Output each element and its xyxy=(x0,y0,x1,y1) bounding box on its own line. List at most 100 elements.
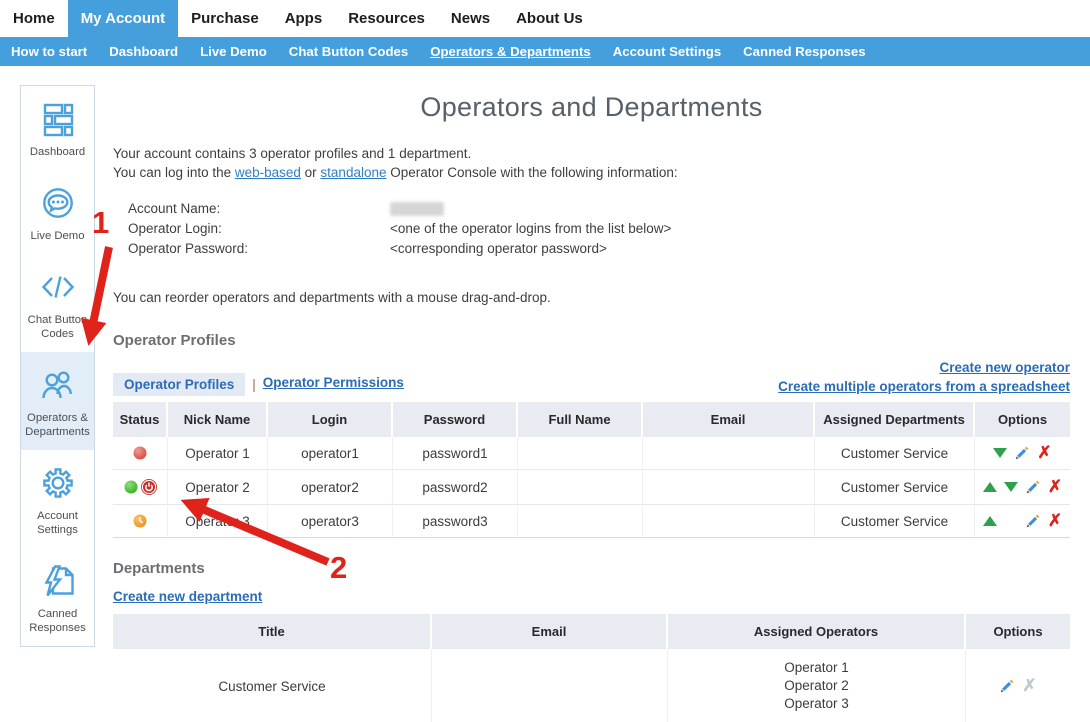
create-new-department-link[interactable]: Create new department xyxy=(113,589,262,604)
nav-my-account[interactable]: My Account xyxy=(68,0,178,37)
col-login: Login xyxy=(268,402,393,437)
lightning-document-icon xyxy=(38,561,78,601)
password-cell: password3 xyxy=(393,505,518,538)
col-options: Options xyxy=(966,614,1070,649)
departments-cell: Customer Service xyxy=(815,437,975,470)
assigned-operators-cell: Operator 1 Operator 2 Operator 3 xyxy=(668,649,966,722)
red-ball-icon xyxy=(132,445,148,461)
top-nav: Home My Account Purchase Apps Resources … xyxy=(0,0,1090,37)
nav-purchase[interactable]: Purchase xyxy=(178,0,272,37)
nav-home[interactable]: Home xyxy=(0,0,68,37)
departments-heading: Departments xyxy=(113,560,1070,577)
power-off-icon[interactable] xyxy=(140,478,158,496)
sidebar-label: Dashboard xyxy=(24,145,91,159)
subnav-chat-button-codes[interactable]: Chat Button Codes xyxy=(278,37,419,66)
email-cell xyxy=(643,505,815,538)
reorder-note: You can reorder operators and department… xyxy=(113,290,1070,305)
edit-pencil-icon[interactable] xyxy=(1025,513,1041,529)
sidebar-label: Canned Responses xyxy=(24,607,91,635)
nav-about-us[interactable]: About Us xyxy=(503,0,596,37)
departments-table: Title Email Assigned Operators Options C… xyxy=(113,614,1070,722)
nav-resources[interactable]: Resources xyxy=(335,0,438,37)
sub-nav: How to start Dashboard Live Demo Chat Bu… xyxy=(0,37,1090,66)
subnav-operators-departments[interactable]: Operators & Departments xyxy=(419,37,602,66)
subnav-dashboard[interactable]: Dashboard xyxy=(98,37,189,66)
col-assigned-operators: Assigned Operators xyxy=(668,614,966,649)
operator-login-label: Operator Login: xyxy=(128,219,390,239)
operator-row: Operator 1 operator1 password1 Customer … xyxy=(113,437,1070,470)
main-content: Operators and Departments Your account c… xyxy=(113,92,1070,722)
operator-login-value: <one of the operator logins from the lis… xyxy=(390,219,671,239)
operator-password-label: Operator Password: xyxy=(128,239,390,259)
sidebar-label: Operators & Departments xyxy=(24,411,91,439)
email-cell xyxy=(643,437,815,470)
departments-cell: Customer Service xyxy=(815,505,975,538)
gear-icon xyxy=(38,463,78,503)
sidebar-item-chat-button-codes[interactable]: Chat Button Codes xyxy=(21,254,94,352)
move-down-icon[interactable] xyxy=(1004,482,1018,492)
subnav-how-to-start[interactable]: How to start xyxy=(0,37,98,66)
nick-name-cell: Operator 2 xyxy=(168,470,268,505)
password-cell: password2 xyxy=(393,470,518,505)
login-cell: operator3 xyxy=(268,505,393,538)
tab-operator-permissions[interactable]: Operator Permissions xyxy=(263,375,404,394)
operators-table: Status Nick Name Login Password Full Nam… xyxy=(113,402,1070,538)
move-up-icon[interactable] xyxy=(983,482,997,492)
col-nick-name: Nick Name xyxy=(168,402,268,437)
col-assigned-departments: Assigned Departments xyxy=(815,402,975,437)
operator-password-value: <corresponding operator password> xyxy=(390,239,607,259)
subnav-canned-responses[interactable]: Canned Responses xyxy=(732,37,876,66)
sidebar-item-dashboard[interactable]: Dashboard xyxy=(21,86,94,170)
page-title: Operators and Departments xyxy=(113,92,1070,123)
full-name-cell xyxy=(518,470,643,505)
sidebar-item-operators-departments[interactable]: Operators & Departments xyxy=(21,352,94,450)
move-down-icon[interactable] xyxy=(993,448,1007,458)
sidebar-item-canned-responses[interactable]: Canned Responses xyxy=(21,548,94,646)
col-title: Title xyxy=(113,614,432,649)
nav-news[interactable]: News xyxy=(438,0,503,37)
login-cell: operator1 xyxy=(268,437,393,470)
department-title-cell: Customer Service xyxy=(113,649,432,722)
create-multiple-operators-link[interactable]: Create multiple operators from a spreads… xyxy=(778,377,1070,396)
sidebar: Dashboard Live Demo Chat Button Codes xyxy=(20,85,95,647)
subnav-live-demo[interactable]: Live Demo xyxy=(189,37,278,66)
chat-bubble-icon xyxy=(38,183,78,223)
col-options: Options xyxy=(975,402,1070,437)
operator-profiles-heading: Operator Profiles xyxy=(113,332,1070,349)
sidebar-item-live-demo[interactable]: Live Demo xyxy=(21,170,94,254)
sidebar-item-account-settings[interactable]: Account Settings xyxy=(21,450,94,548)
col-password: Password xyxy=(393,402,518,437)
green-ball-icon xyxy=(123,479,139,495)
nav-apps[interactable]: Apps xyxy=(272,0,336,37)
col-full-name: Full Name xyxy=(518,402,643,437)
intro-line1: Your account contains 3 operator profile… xyxy=(113,146,471,161)
standalone-link[interactable]: standalone xyxy=(320,165,386,180)
tab-operator-profiles[interactable]: Operator Profiles xyxy=(113,373,245,396)
delete-x-icon[interactable]: ✗ xyxy=(1048,480,1062,494)
tab-separator: | xyxy=(252,377,256,392)
edit-pencil-icon[interactable] xyxy=(1014,445,1030,461)
login-info: Account Name: Operator Login: <one of th… xyxy=(128,199,1070,259)
delete-x-icon[interactable]: ✗ xyxy=(1048,514,1062,528)
web-based-link[interactable]: web-based xyxy=(235,165,301,180)
departments-cell: Customer Service xyxy=(815,470,975,505)
nick-name-cell: Operator 3 xyxy=(168,505,268,538)
delete-x-icon[interactable]: ✗ xyxy=(1037,446,1051,460)
department-row: Customer Service Operator 1 Operator 2 O… xyxy=(113,649,1070,722)
full-name-cell xyxy=(518,505,643,538)
account-name-label: Account Name: xyxy=(128,199,390,219)
create-new-operator-link[interactable]: Create new operator xyxy=(778,358,1070,377)
sidebar-label: Live Demo xyxy=(24,229,91,243)
edit-pencil-icon[interactable] xyxy=(1025,479,1041,495)
subnav-account-settings[interactable]: Account Settings xyxy=(602,37,732,66)
sidebar-label: Account Settings xyxy=(24,509,91,537)
away-clock-icon xyxy=(132,513,148,529)
move-up-icon[interactable] xyxy=(983,516,997,526)
edit-pencil-icon[interactable] xyxy=(999,678,1015,694)
email-cell xyxy=(643,470,815,505)
operator-row: Operator 3 operator3 password3 Customer … xyxy=(113,505,1070,538)
department-email-cell xyxy=(432,649,668,722)
col-email: Email xyxy=(643,402,815,437)
delete-x-disabled-icon: ✗ xyxy=(1022,679,1036,693)
sidebar-label: Chat Button Codes xyxy=(24,313,91,341)
